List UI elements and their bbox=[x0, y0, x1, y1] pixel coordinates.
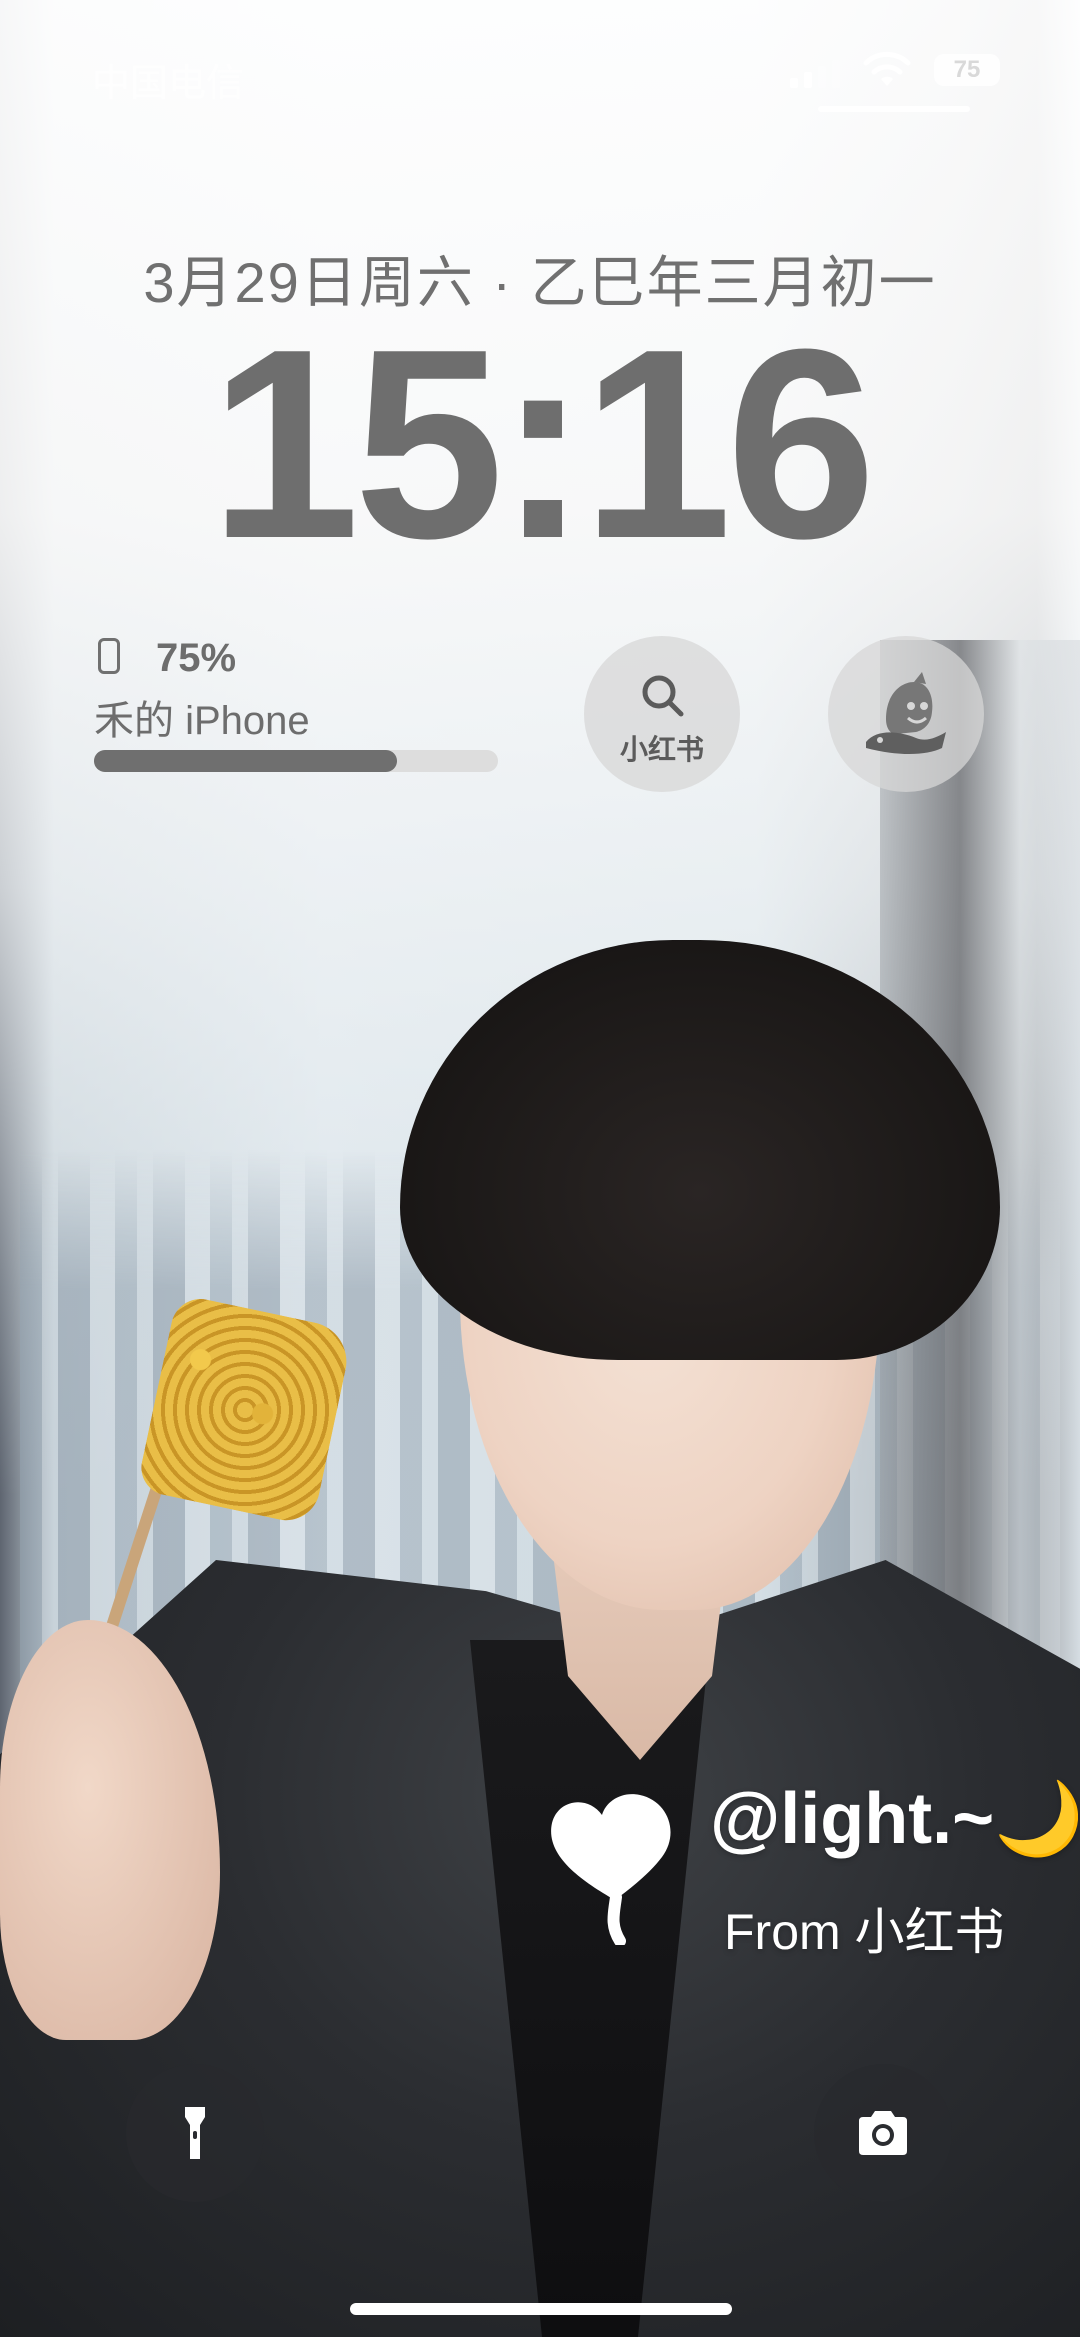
camera-icon bbox=[859, 2111, 907, 2155]
battery-status-icon: 75 bbox=[934, 54, 1000, 86]
lock-screen-clock: 15:16 bbox=[209, 294, 877, 595]
flashlight-icon bbox=[185, 2107, 205, 2159]
battery-progress-fill bbox=[94, 750, 397, 772]
camera-button[interactable] bbox=[814, 2064, 952, 2202]
battery-percent: 75% bbox=[156, 636, 237, 680]
search-icon bbox=[642, 675, 684, 717]
battery-progress-track bbox=[94, 750, 498, 772]
signal-icon bbox=[790, 60, 840, 88]
heart-sprout-icon bbox=[551, 1794, 671, 1945]
fish-mascot-icon bbox=[866, 672, 946, 754]
wallpaper-author-handle: @light.~🌙 bbox=[710, 1779, 1080, 1859]
control-center-indicator[interactable] bbox=[818, 106, 970, 112]
xiaohongshu-search-widget[interactable]: 小红书 bbox=[584, 636, 740, 792]
wallpaper-source: From 小红书 bbox=[724, 1904, 1005, 1960]
xiaohongshu-label: 小红书 bbox=[619, 734, 704, 765]
status-bar: 中国电信 75 bbox=[0, 0, 1080, 140]
sticker-app-widget[interactable] bbox=[828, 636, 984, 792]
home-indicator[interactable] bbox=[350, 2303, 732, 2315]
device-name: 禾的 iPhone bbox=[94, 699, 310, 743]
phone-icon bbox=[98, 638, 120, 674]
wifi-icon bbox=[863, 51, 911, 86]
flashlight-button[interactable] bbox=[126, 2064, 264, 2202]
carrier-label: 中国电信 bbox=[92, 63, 245, 105]
battery-widget[interactable]: 75% 禾的 iPhone bbox=[94, 630, 504, 780]
